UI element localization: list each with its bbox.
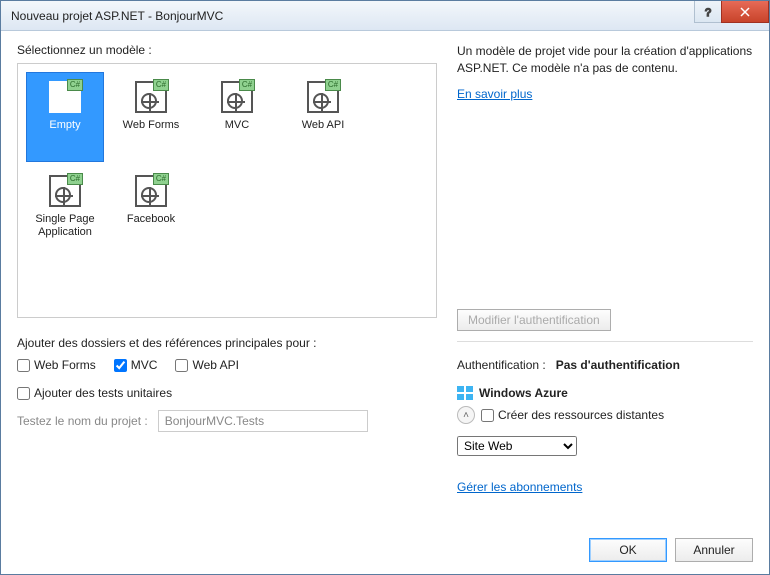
cancel-button[interactable]: Annuler	[675, 538, 753, 562]
window-title: Nouveau projet ASP.NET - BonjourMVC	[11, 9, 695, 23]
check-webapi[interactable]: Web API	[175, 358, 238, 372]
template-single-page-application[interactable]: C# Single Page Application	[26, 166, 104, 256]
template-empty[interactable]: C# Empty	[26, 72, 104, 162]
auth-row: Authentification : Pas d'authentificatio…	[457, 358, 753, 372]
folders-label: Ajouter des dossiers et des références p…	[17, 336, 437, 350]
template-icon: C#	[133, 79, 169, 115]
right-panel: Un modèle de projet vide pour la créatio…	[437, 43, 753, 524]
close-button[interactable]	[721, 1, 769, 23]
check-mvc-input[interactable]	[114, 359, 127, 372]
chevron-up-icon[interactable]: ˄	[457, 406, 475, 424]
check-create-remote-input[interactable]	[481, 409, 494, 422]
test-name-row: Testez le nom du projet :	[17, 410, 437, 432]
template-label: Empty	[49, 119, 80, 132]
auth-value: Pas d'authentification	[556, 358, 680, 372]
manage-subs-link[interactable]: Gérer les abonnements	[457, 480, 753, 494]
template-label: Web API	[302, 119, 345, 132]
template-facebook[interactable]: C# Facebook	[112, 166, 190, 256]
azure-icon	[457, 386, 473, 400]
template-label: MVC	[225, 119, 249, 132]
check-unit-tests[interactable]: Ajouter des tests unitaires	[17, 386, 437, 400]
check-create-remote[interactable]: Créer des ressources distantes	[481, 408, 664, 422]
window-controls: ?	[695, 1, 769, 30]
left-panel: Sélectionnez un modèle : C# Empty C# Web Fo…	[17, 43, 437, 524]
svg-text:?: ?	[705, 7, 711, 17]
template-description: Un modèle de projet vide pour la créatio…	[457, 43, 753, 77]
template-icon: C#	[47, 173, 83, 209]
test-name-label: Testez le nom du projet :	[17, 414, 148, 428]
template-grid: C# Empty C# Web Forms C# MVC C# Web API C# Single…	[17, 63, 437, 318]
template-web-forms[interactable]: C# Web Forms	[112, 72, 190, 162]
folder-checks: Web Forms MVC Web API	[17, 358, 437, 372]
check-unit-tests-input[interactable]	[17, 387, 30, 400]
azure-type-row: Site Web	[457, 436, 753, 456]
check-webforms[interactable]: Web Forms	[17, 358, 96, 372]
test-name-input[interactable]	[158, 410, 368, 432]
template-icon: C#	[47, 79, 83, 115]
check-webforms-input[interactable]	[17, 359, 30, 372]
template-web-api[interactable]: C# Web API	[284, 72, 362, 162]
template-label: Single Page Application	[27, 213, 103, 239]
template-mvc[interactable]: C# MVC	[198, 72, 276, 162]
learn-more-link[interactable]: En savoir plus	[457, 87, 753, 101]
modify-auth-button[interactable]: Modifier l'authentification	[457, 309, 611, 331]
dialog-footer: OK Annuler	[17, 524, 753, 562]
azure-title: Windows Azure	[479, 386, 568, 400]
ok-button[interactable]: OK	[589, 538, 667, 562]
help-button[interactable]: ?	[694, 1, 722, 23]
template-icon: C#	[305, 79, 341, 115]
dialog-window: Nouveau projet ASP.NET - BonjourMVC ? Sé…	[0, 0, 770, 575]
dialog-body: Sélectionnez un modèle : C# Empty C# Web Fo…	[1, 31, 769, 574]
titlebar[interactable]: Nouveau projet ASP.NET - BonjourMVC ?	[1, 1, 769, 31]
azure-resource-select[interactable]: Site Web	[457, 436, 577, 456]
azure-remote-row: ˄ Créer des ressources distantes	[457, 406, 753, 424]
template-icon: C#	[219, 79, 255, 115]
check-webapi-input[interactable]	[175, 359, 188, 372]
template-label: Facebook	[127, 213, 175, 226]
select-template-label: Sélectionnez un modèle :	[17, 43, 437, 57]
template-label: Web Forms	[123, 119, 180, 132]
auth-label: Authentification :	[457, 358, 546, 372]
check-mvc[interactable]: MVC	[114, 358, 158, 372]
template-icon: C#	[133, 173, 169, 209]
azure-header: Windows Azure	[457, 386, 753, 400]
